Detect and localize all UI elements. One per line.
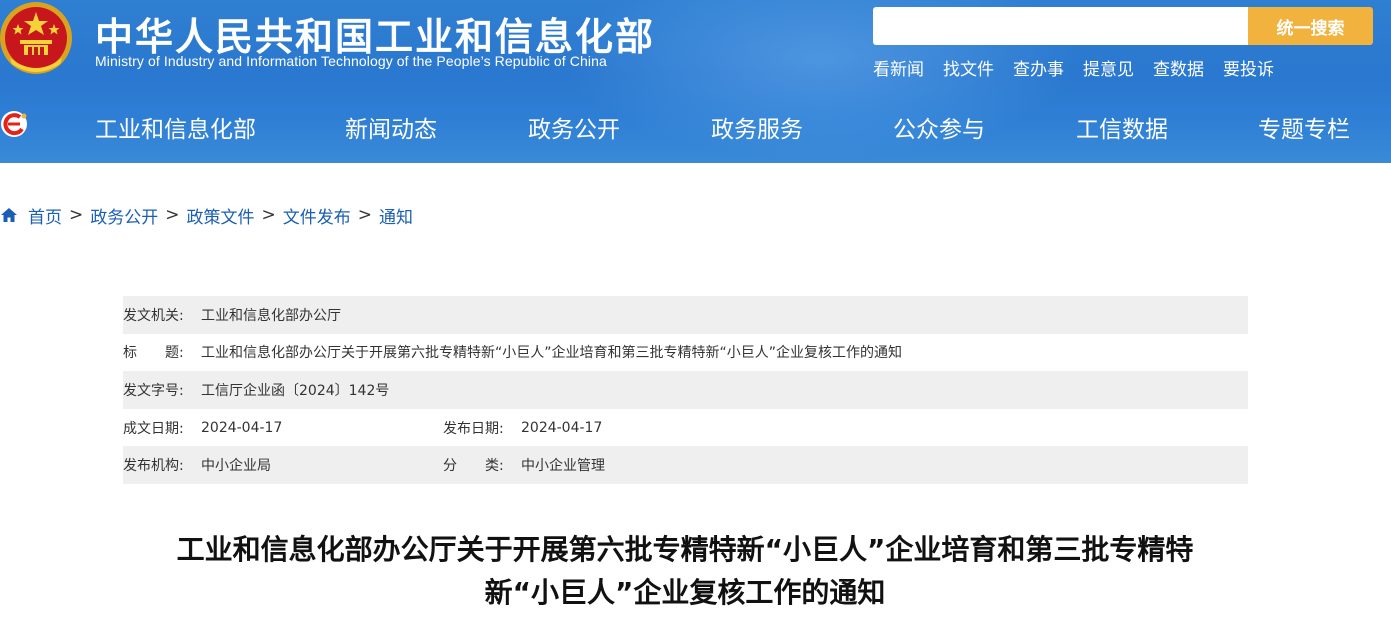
document-title-line-1: 工业和信息化部办公厅关于开展第六批专精特新“小巨人”企业培育和第三批专精特 xyxy=(176,533,1194,566)
breadcrumb-gov-affairs[interactable]: 政务公开 xyxy=(90,203,158,228)
org-label: 发布机构: xyxy=(123,458,184,475)
category-value: 中小企业管理 xyxy=(521,458,605,475)
breadcrumb-separator: > xyxy=(261,205,276,225)
written-date-label: 成文日期: xyxy=(123,420,184,437)
title-value: 工业和信息化部办公厅关于开展第六批专精特新“小巨人”企业培育和第三批专精特新“小… xyxy=(201,345,903,362)
doc-no-label: 发文字号: xyxy=(123,382,184,399)
doc-no-value: 工信厅企业函〔2024〕142号 xyxy=(201,382,390,399)
main-nav: 工业和信息化部 新闻动态 政务公开 政务服务 公众参与 工信数据 专题专栏 xyxy=(0,88,1391,163)
meta-cell-publish-date: 发布日期: 2024-04-17 xyxy=(443,409,602,447)
quick-links: 看新闻 找文件 查办事 提意见 查数据 要投诉 xyxy=(873,55,1274,80)
search-input[interactable] xyxy=(873,7,1249,45)
meta-cell-org: 发布机构: 中小企业局 xyxy=(123,455,271,475)
meta-cell-issuer: 发文机关: 工业和信息化部办公厅 xyxy=(123,305,341,325)
publish-date-label: 发布日期: xyxy=(443,420,504,437)
quick-link-complaint[interactable]: 要投诉 xyxy=(1223,55,1274,80)
breadcrumb-home[interactable]: 首页 xyxy=(28,203,62,228)
quick-link-services[interactable]: 查办事 xyxy=(1013,55,1064,80)
nav-item-gov-affairs[interactable]: 政务公开 xyxy=(528,110,620,144)
nav-item-news[interactable]: 新闻动态 xyxy=(345,110,437,144)
issuer-label: 发文机关: xyxy=(123,307,184,324)
meta-cell-written-date: 成文日期: 2024-04-17 xyxy=(123,418,282,438)
quick-link-feedback[interactable]: 提意见 xyxy=(1083,55,1134,80)
quick-link-news[interactable]: 看新闻 xyxy=(873,55,924,80)
national-emblem-icon[interactable] xyxy=(0,0,78,78)
breadcrumb-file-release[interactable]: 文件发布 xyxy=(283,203,351,228)
nav-item-miit[interactable]: 工业和信息化部 xyxy=(95,110,256,144)
title-label: 标 题: xyxy=(123,345,184,362)
quick-link-files[interactable]: 找文件 xyxy=(943,55,994,80)
meta-cell-title: 标 题: 工业和信息化部办公厅关于开展第六批专精特新“小巨人”企业培育和第三批专… xyxy=(123,342,902,362)
meta-row-dates: 成文日期: 2024-04-17 发布日期: 2024-04-17 xyxy=(123,409,1248,447)
nav-item-public-participation[interactable]: 公众参与 xyxy=(893,110,985,144)
breadcrumb-separator: > xyxy=(69,205,84,225)
nav-item-topics[interactable]: 专题专栏 xyxy=(1258,110,1350,144)
site-header: 中华人民共和国工业和信息化部 Ministry of Industry and … xyxy=(0,0,1391,163)
breadcrumb-separator: > xyxy=(357,205,372,225)
search-button[interactable]: 统一搜索 xyxy=(1248,7,1373,45)
issuer-value: 工业和信息化部办公厅 xyxy=(201,307,341,324)
publish-date-value: 2024-04-17 xyxy=(521,419,603,436)
breadcrumb-separator: > xyxy=(165,205,180,225)
site-subtitle: Ministry of Industry and Information Tec… xyxy=(95,53,607,69)
category-label: 分 类: xyxy=(443,458,504,475)
meta-row-doc-no: 发文字号: 工信厅企业函〔2024〕142号 xyxy=(123,371,1248,409)
document-title: 工业和信息化部办公厅关于开展第六批专精特新“小巨人”企业培育和第三批专精特 新“… xyxy=(110,528,1260,614)
quick-link-data[interactable]: 查数据 xyxy=(1153,55,1204,80)
document-metadata: 发文机关: 工业和信息化部办公厅 标 题: 工业和信息化部办公厅关于开展第六批专… xyxy=(123,296,1248,484)
meta-cell-category: 分 类: 中小企业管理 xyxy=(443,446,605,484)
meta-cell-doc-no: 发文字号: 工信厅企业函〔2024〕142号 xyxy=(123,380,389,400)
breadcrumb: 首页 > 政务公开 > 政策文件 > 文件发布 > 通知 xyxy=(0,203,413,228)
meta-row-title: 标 题: 工业和信息化部办公厅关于开展第六批专精特新“小巨人”企业培育和第三批专… xyxy=(123,334,1248,372)
site-logo-icon[interactable] xyxy=(0,107,34,141)
nav-item-gov-services[interactable]: 政务服务 xyxy=(711,110,803,144)
nav-item-data[interactable]: 工信数据 xyxy=(1076,110,1168,144)
breadcrumb-notices[interactable]: 通知 xyxy=(379,203,413,228)
home-icon[interactable] xyxy=(0,206,18,224)
meta-row-org: 发布机构: 中小企业局 分 类: 中小企业管理 xyxy=(123,446,1248,484)
document-title-line-2: 新“小巨人”企业复核工作的通知 xyxy=(484,576,886,609)
breadcrumb-policy-files[interactable]: 政策文件 xyxy=(187,203,255,228)
meta-row-issuer: 发文机关: 工业和信息化部办公厅 xyxy=(123,296,1248,334)
written-date-value: 2024-04-17 xyxy=(201,419,283,436)
org-value: 中小企业局 xyxy=(201,458,271,475)
